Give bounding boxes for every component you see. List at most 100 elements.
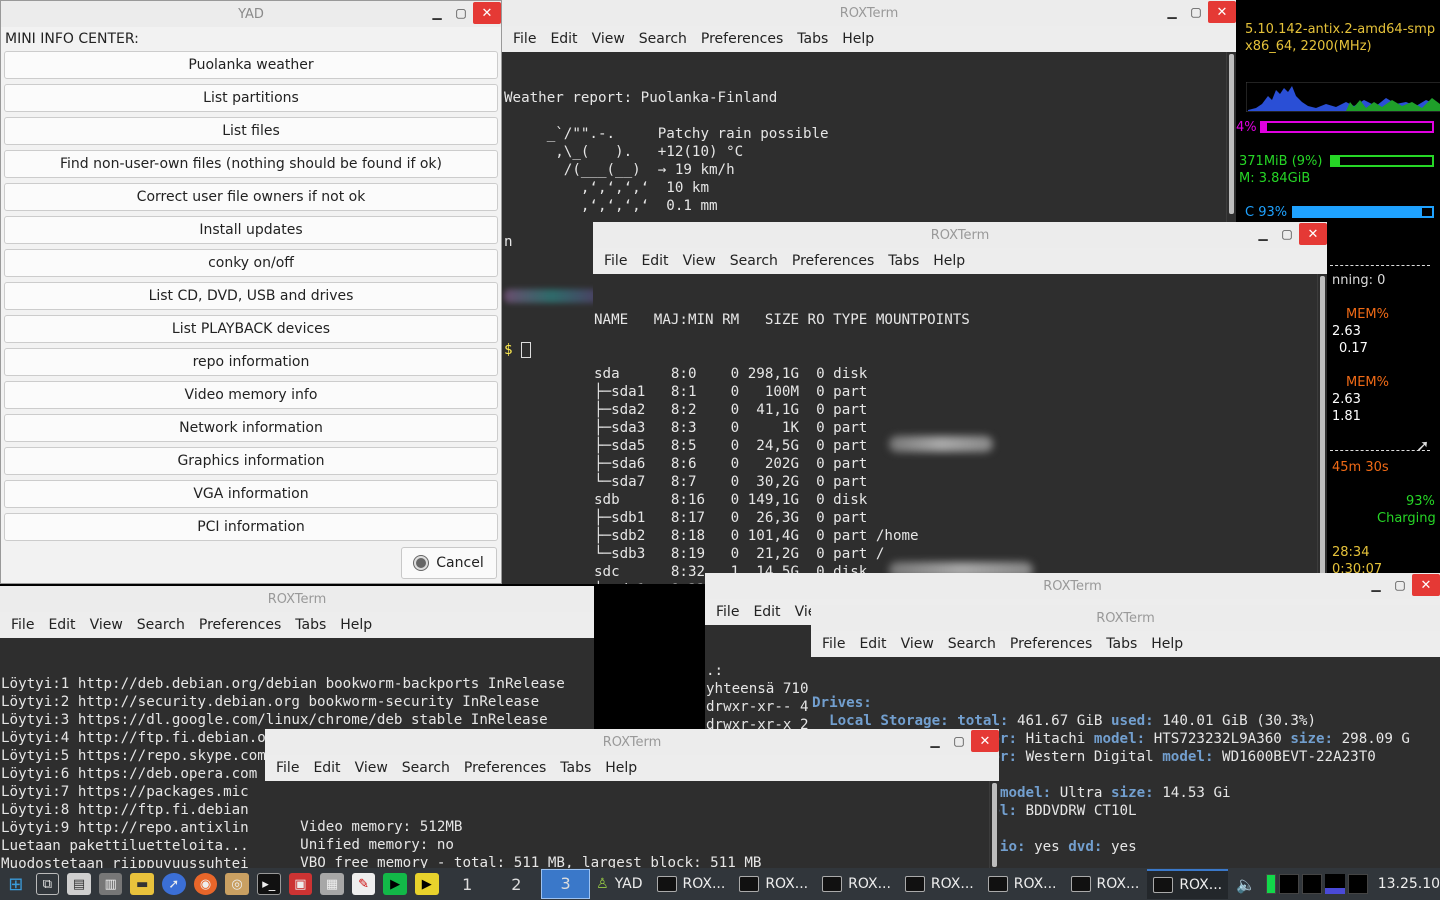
- show-desktop-icon[interactable]: ⧉: [35, 873, 60, 895]
- menu-help[interactable]: Help: [835, 31, 881, 47]
- editor-icon[interactable]: ✎: [351, 873, 376, 895]
- info-button[interactable]: VGA information: [4, 480, 498, 508]
- menu-help[interactable]: Help: [926, 253, 972, 269]
- menu-tabs[interactable]: Tabs: [553, 760, 598, 776]
- menu-edit[interactable]: Edit: [746, 604, 787, 620]
- scrollbar[interactable]: [1317, 274, 1327, 584]
- task-yad[interactable]: ♙ YAD: [590, 869, 648, 899]
- yad-titlebar[interactable]: YAD ▁ ▢ ✕: [1, 1, 501, 27]
- minimize-icon[interactable]: ▁: [1251, 223, 1275, 245]
- menu-edit[interactable]: Edit: [634, 253, 675, 269]
- cancel-button[interactable]: Cancel: [401, 547, 497, 579]
- menu-tabs[interactable]: Tabs: [881, 253, 926, 269]
- document-icon[interactable]: ▦: [320, 873, 344, 895]
- info-button[interactable]: Graphics information: [4, 447, 498, 475]
- menu-tabs[interactable]: Tabs: [1099, 636, 1144, 652]
- info-button[interactable]: List partitions: [4, 84, 498, 112]
- roxterm-titlebar[interactable]: ROXTerm: [811, 605, 1440, 631]
- menu-icon[interactable]: ⊞: [4, 873, 28, 895]
- task-roxterm[interactable]: ROX...: [1065, 869, 1146, 899]
- close-icon[interactable]: ✕: [1299, 223, 1327, 245]
- menu-view[interactable]: View: [83, 617, 130, 633]
- roxterm-titlebar[interactable]: ROXTerm ▁ ▢ ✕: [705, 573, 1440, 599]
- menu-help[interactable]: Help: [1144, 636, 1190, 652]
- maximize-icon[interactable]: ▢: [1275, 223, 1299, 245]
- task-roxterm[interactable]: ROX...: [899, 869, 980, 899]
- task-roxterm[interactable]: ROX...: [816, 869, 897, 899]
- firefox-icon[interactable]: ◉: [193, 873, 218, 895]
- roxterm-titlebar[interactable]: ROXTerm ▁ ▢ ✕: [593, 222, 1327, 248]
- menu-search[interactable]: Search: [130, 617, 192, 633]
- close-icon[interactable]: ✕: [971, 730, 999, 752]
- info-button[interactable]: List files: [4, 117, 498, 145]
- menu-preferences[interactable]: Preferences: [694, 31, 790, 47]
- volume-icon[interactable]: 🔈: [1234, 873, 1258, 895]
- menu-search[interactable]: Search: [632, 31, 694, 47]
- roxterm-titlebar[interactable]: ROXTerm ▁ ▢ ✕: [502, 0, 1236, 26]
- menu-preferences[interactable]: Preferences: [1003, 636, 1099, 652]
- info-button[interactable]: Install updates: [4, 216, 498, 244]
- menu-view[interactable]: View: [585, 31, 632, 47]
- menu-edit[interactable]: Edit: [852, 636, 893, 652]
- menu-preferences[interactable]: Preferences: [457, 760, 553, 776]
- menu-search[interactable]: Search: [723, 253, 785, 269]
- info-button[interactable]: repo information: [4, 348, 498, 376]
- info-button[interactable]: conky on/off: [4, 249, 498, 277]
- terminal-icon[interactable]: ▸_: [256, 873, 281, 895]
- menu-file[interactable]: File: [506, 31, 543, 47]
- file-manager-icon[interactable]: ▤: [67, 873, 91, 895]
- maximize-icon[interactable]: ▢: [1388, 574, 1412, 596]
- menu-file[interactable]: File: [269, 760, 306, 776]
- info-button[interactable]: List CD, DVD, USB and drives: [4, 282, 498, 310]
- menu-tabs[interactable]: Tabs: [288, 617, 333, 633]
- roxterm-titlebar[interactable]: ROXTerm: [0, 586, 594, 612]
- workspace-1[interactable]: 1: [443, 875, 492, 894]
- info-button[interactable]: Network information: [4, 414, 498, 442]
- menu-edit[interactable]: Edit: [41, 617, 82, 633]
- info-button[interactable]: Find non-user-own files (nothing should …: [4, 150, 498, 178]
- minimize-icon[interactable]: ▁: [923, 730, 947, 752]
- scrollbar[interactable]: [989, 781, 999, 870]
- maximize-icon[interactable]: ▢: [449, 2, 473, 24]
- terminal-output[interactable]: Video memory: 512MB Unified memory: no V…: [265, 781, 999, 870]
- toolbox-icon[interactable]: ▣: [288, 873, 313, 895]
- info-button[interactable]: List PLAYBACK devices: [4, 315, 498, 343]
- close-icon[interactable]: ✕: [473, 2, 501, 24]
- info-button[interactable]: PCI information: [4, 513, 498, 541]
- menu-edit[interactable]: Edit: [306, 760, 347, 776]
- workspace-2[interactable]: 2: [492, 875, 541, 894]
- maximize-icon[interactable]: ▢: [947, 730, 971, 752]
- menu-preferences[interactable]: Preferences: [785, 253, 881, 269]
- menu-file[interactable]: File: [597, 253, 634, 269]
- media-player-icon[interactable]: ▶: [383, 873, 407, 895]
- maximize-icon[interactable]: ▢: [1184, 1, 1208, 23]
- task-roxterm[interactable]: ROX...: [1147, 869, 1229, 899]
- close-icon[interactable]: ✕: [1412, 574, 1440, 596]
- notes-icon[interactable]: ▬: [130, 873, 155, 895]
- archive-icon[interactable]: ▥: [98, 873, 123, 895]
- info-button[interactable]: Video memory info: [4, 381, 498, 409]
- info-button[interactable]: Puolanka weather: [4, 51, 498, 79]
- menu-edit[interactable]: Edit: [543, 31, 584, 47]
- menu-search[interactable]: Search: [941, 636, 1003, 652]
- minimize-icon[interactable]: ▁: [1364, 574, 1388, 596]
- info-button[interactable]: Correct user file owners if not ok: [4, 183, 498, 211]
- menu-help[interactable]: Help: [333, 617, 379, 633]
- terminal-output[interactable]: NAME MAJ:MIN RM SIZE RO TYPE MOUNTPOINTS…: [593, 274, 1327, 584]
- workspace-3[interactable]: 3: [540, 869, 591, 899]
- task-roxterm[interactable]: ROX...: [982, 869, 1063, 899]
- close-icon[interactable]: ✕: [1208, 1, 1236, 23]
- image-viewer-icon[interactable]: ◎: [225, 873, 249, 895]
- roxterm-titlebar[interactable]: ROXTerm ▁ ▢ ✕: [265, 729, 999, 755]
- task-roxterm[interactable]: ROX...: [733, 869, 814, 899]
- menu-view[interactable]: View: [676, 253, 723, 269]
- menu-view[interactable]: View: [894, 636, 941, 652]
- menu-tabs[interactable]: Tabs: [790, 31, 835, 47]
- task-roxterm[interactable]: ROX...: [651, 869, 732, 899]
- menu-view[interactable]: View: [348, 760, 395, 776]
- menu-help[interactable]: Help: [598, 760, 644, 776]
- minimize-icon[interactable]: ▁: [1160, 1, 1184, 23]
- menu-file[interactable]: File: [709, 604, 746, 620]
- video-player-icon[interactable]: ▶: [414, 873, 439, 895]
- menu-file[interactable]: File: [815, 636, 852, 652]
